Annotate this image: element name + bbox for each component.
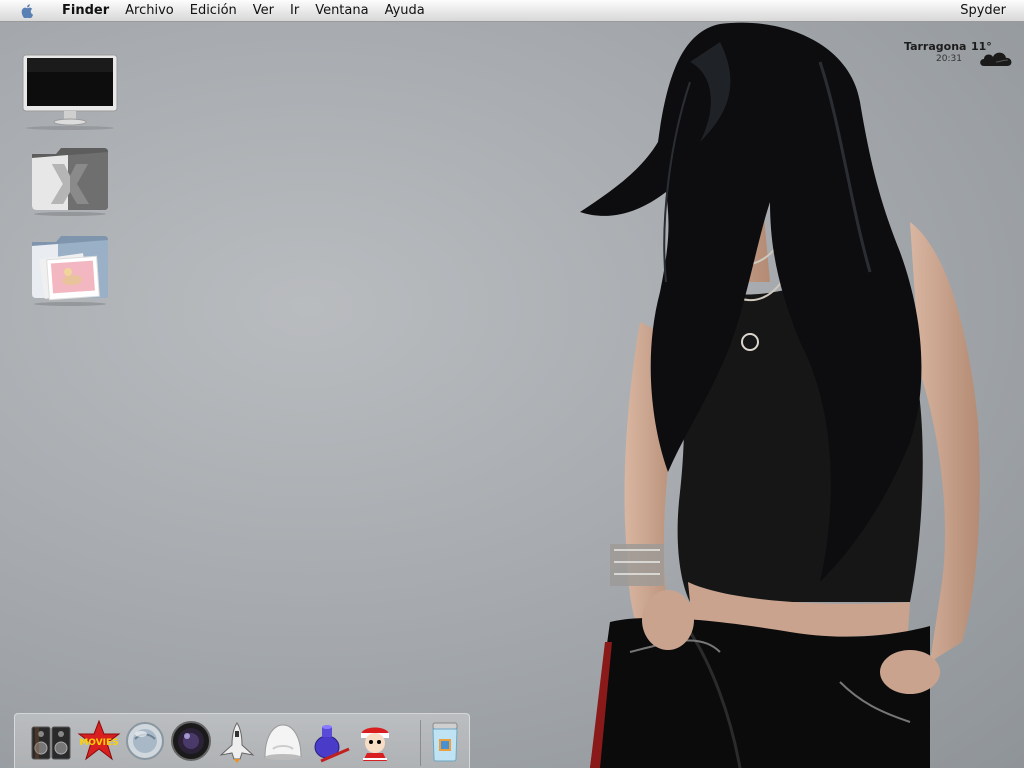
- menu-finder[interactable]: Finder: [54, 0, 117, 22]
- menu-edicion[interactable]: Edición: [182, 0, 245, 22]
- menu-ver[interactable]: Ver: [245, 0, 282, 22]
- desktop: Finder Archivo Edición Ver Ir Ventana Ay…: [0, 0, 1024, 768]
- space-shuttle-icon[interactable]: [215, 719, 259, 763]
- cartoon-character-icon[interactable]: [353, 719, 397, 763]
- wallpaper-photo: [570, 22, 1024, 768]
- menu-user-spyder[interactable]: Spyder: [952, 0, 1024, 22]
- menu-bar: Finder Archivo Edición Ver Ir Ventana Ay…: [0, 0, 1024, 22]
- globe-icon[interactable]: [123, 719, 167, 763]
- dock-separator: [420, 720, 421, 766]
- menu-ventana[interactable]: Ventana: [307, 0, 376, 22]
- osx-folder-icon[interactable]: [28, 142, 124, 222]
- dome-icon[interactable]: [261, 719, 305, 763]
- ink-bottle-icon[interactable]: [307, 719, 351, 763]
- menu-ir[interactable]: Ir: [282, 0, 307, 22]
- dock: MOVIES: [14, 713, 470, 768]
- menu-archivo[interactable]: Archivo: [117, 0, 182, 22]
- speakers-icon[interactable]: [29, 719, 73, 763]
- camera-lens-icon[interactable]: [169, 719, 213, 763]
- svg-text:MOVIES: MOVIES: [79, 738, 118, 748]
- menu-ayuda[interactable]: Ayuda: [377, 0, 433, 22]
- monitor-icon[interactable]: [20, 52, 118, 132]
- apple-icon[interactable]: [16, 0, 38, 22]
- pictures-folder-icon[interactable]: [28, 232, 124, 312]
- movies-icon[interactable]: MOVIES: [75, 719, 121, 763]
- trash-jar-icon[interactable]: [423, 719, 467, 763]
